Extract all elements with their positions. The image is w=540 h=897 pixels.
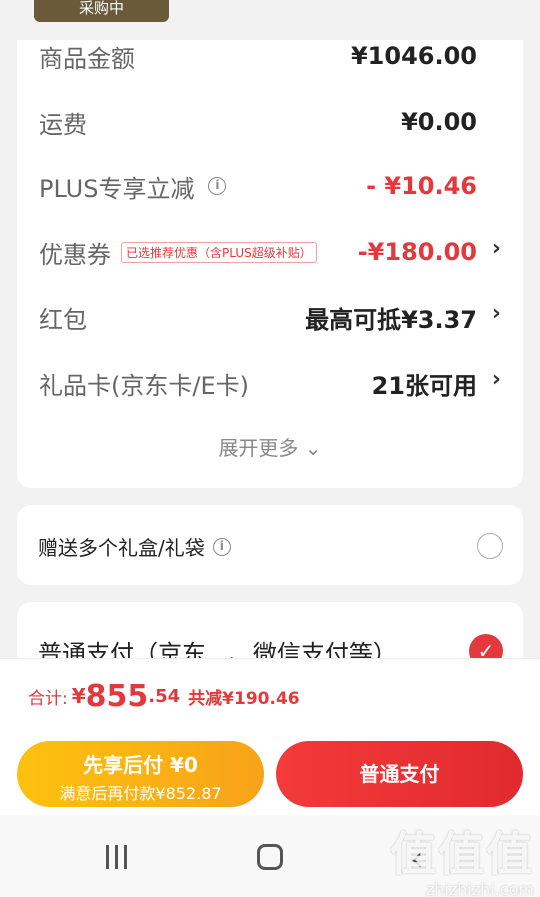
watermark: 值值值 zhizhizhi.com xyxy=(390,818,534,897)
info-icon[interactable]: i xyxy=(212,537,231,556)
watermark-logo: 值值值 xyxy=(390,827,534,881)
total-label: 合计: xyxy=(28,688,68,709)
shipping-label: 运费 xyxy=(39,110,87,139)
goods-amount-label: 商品金额 xyxy=(39,44,135,73)
coupon-label: 优惠券 xyxy=(39,240,111,269)
shipping-row: 运费 ¥0.00 xyxy=(39,104,477,140)
total-bar: 合计: ¥ 855 .54 共减¥190.46 xyxy=(0,658,540,733)
pay-later-button[interactable]: 先享后付 ¥0 满意后再付款¥852.87 xyxy=(17,741,264,807)
chevron-right-icon[interactable]: › xyxy=(492,367,501,392)
normal-pay-button[interactable]: 普通支付 xyxy=(276,741,523,807)
gift-card-label: 礼品卡(京东卡/E卡) xyxy=(39,371,249,400)
red-packet-row[interactable]: 红包 最高可抵¥3.37 xyxy=(39,299,477,335)
chevron-right-icon[interactable]: › xyxy=(492,236,501,261)
expand-more-button[interactable]: 展开更多 ⌄ xyxy=(17,432,523,461)
purchasing-badge: 采购中 xyxy=(34,0,169,22)
action-bar: 先享后付 ¥0 满意后再付款¥852.87 普通支付 xyxy=(0,733,540,815)
red-packet-value: 最高可抵¥3.37 xyxy=(305,305,477,334)
red-packet-label: 红包 xyxy=(39,305,87,334)
total-savings: 共减¥190.46 xyxy=(188,688,300,709)
plus-discount-value: - ¥10.46 xyxy=(366,172,477,200)
goods-amount-value: ¥1046.00 xyxy=(350,42,477,70)
shipping-value: ¥0.00 xyxy=(401,108,477,136)
gift-box-label: 赠送多个礼盒/礼袋 xyxy=(38,536,205,560)
plus-discount-row: PLUS专享立减 i - ¥10.46 xyxy=(39,168,477,204)
coupon-row[interactable]: 优惠券 已选推荐优惠（含PLUS超级补贴） -¥180.00 xyxy=(39,234,477,270)
chevron-down-icon: ⌄ xyxy=(304,436,322,460)
pay-later-title: 先享后付 ¥0 xyxy=(83,753,198,777)
total-integer: 855 xyxy=(85,678,149,714)
coupon-tag: 已选推荐优惠（含PLUS超级补贴） xyxy=(121,241,317,263)
expand-more-label: 展开更多 xyxy=(218,436,299,460)
gift-box-card[interactable]: 赠送多个礼盒/礼袋 i xyxy=(17,505,523,585)
gift-box-radio[interactable] xyxy=(477,533,503,559)
home-icon[interactable] xyxy=(257,844,283,870)
order-summary-card: 商品金额 ¥1046.00 运费 ¥0.00 PLUS专享立减 i - ¥10.… xyxy=(17,40,523,488)
gift-card-row[interactable]: 礼品卡(京东卡/E卡) 21张可用 xyxy=(39,365,477,401)
total-decimal: .54 xyxy=(148,685,181,707)
info-icon[interactable]: i xyxy=(208,177,227,195)
pay-later-subtitle: 满意后再付款¥852.87 xyxy=(59,784,222,803)
chevron-right-icon[interactable]: › xyxy=(492,301,501,326)
gift-card-value: 21张可用 xyxy=(371,371,477,400)
total-currency: ¥ xyxy=(71,684,86,708)
goods-amount-row: 商品金额 ¥1046.00 xyxy=(39,40,477,73)
coupon-value: -¥180.00 xyxy=(357,238,477,266)
recents-icon[interactable] xyxy=(106,845,127,869)
plus-discount-label: PLUS专享立减 xyxy=(39,174,195,203)
